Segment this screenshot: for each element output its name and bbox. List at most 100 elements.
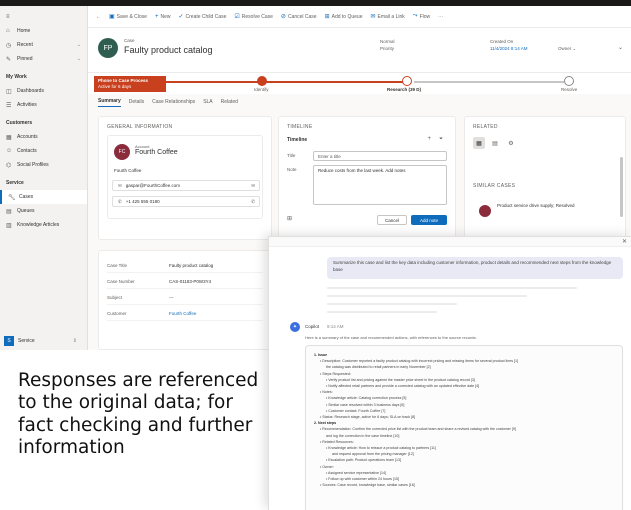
similar-cases-title: SIMILAR CASES [473,183,516,189]
mail-icon: ✉ [118,182,122,188]
related-cases-tab[interactable]: ▦ [473,137,485,149]
process-status-box[interactable]: Phone to Case Process Active for 6 days [94,76,166,92]
property-case-number[interactable]: Case Number CAS-01183-P0W3Y4 [107,275,263,289]
expand-header-icon[interactable]: ⌄ [618,44,623,51]
cancel-note-button[interactable]: Cancel [377,215,407,225]
sidebar-item-activities[interactable]: ☰ Activities [0,98,87,112]
tab-details[interactable]: Details [129,99,144,105]
record-avatar: FP [98,38,118,58]
record-priority: Normal Priority [380,38,395,52]
area-badge: S [4,336,14,346]
copilot-panel: ✕ Summarize this case and list the key d… [268,236,631,510]
command-label: Create Child Case [185,13,227,20]
slide-caption: Responses are referenced to the original… [18,370,259,459]
command-add-to-queue[interactable]: ⊞ Add to Queue [325,13,363,21]
command-label: New [160,13,171,20]
customer-phone-field[interactable]: ✆ +1 425 555 0180 ✆ [112,196,260,207]
stage-connector [166,81,404,83]
command-label: Flow [419,13,431,20]
property-value[interactable]: Fourth Coffee [169,311,196,316]
sidebar-item-contacts[interactable]: ☺ Contacts [0,144,87,158]
sidebar-item-cases[interactable]: 🔧︎ Cases [0,190,87,204]
attach-icon[interactable]: ⊞ [287,215,292,222]
customer-company: Fourth Coffee [114,168,142,173]
pin-icon: ✎ [6,56,12,63]
timeline-card: TIMELINE Timeline + ⏷ Title Enter a titl… [278,116,456,240]
related-settings-tab[interactable]: ⚙ [505,137,517,149]
user-prompt-bubble: Summarize this case and list the key dat… [327,257,623,279]
stage-identify-marker[interactable] [257,76,267,86]
close-icon[interactable]: ✕ [622,238,627,245]
back-arrow-icon[interactable]: ← [96,14,101,20]
more-commands-icon[interactable]: ⋯ [438,14,443,20]
sidebar-item-accounts[interactable]: ▦ Accounts [0,130,87,144]
sidebar-item-label: Queues [17,208,35,214]
customer-name[interactable]: Fourth Coffee [135,149,178,156]
command-email-link[interactable]: ✉ Email a Link [370,13,404,21]
dashboard-icon: ◫ [6,88,12,95]
record-title: Faulty product catalog [124,45,213,55]
related-knowledge-tab[interactable]: ▤ [489,137,501,149]
stage-research-marker[interactable] [402,76,412,86]
record-owner[interactable]: Owner ⌄ [558,45,576,52]
customer-contact-card: FC Account Fourth Coffee Fourth Coffee ✉… [107,135,263,219]
customer-email-field[interactable]: ✉ gaspar@FourthCoffee.com ✉ [112,180,260,191]
tab-case-relationships[interactable]: Case Relationships [152,99,195,105]
similar-case-item[interactable]: Product service drive supply; Resolved [497,203,607,210]
answer-line: • Sources: Case record, knowledge base, … [320,483,415,488]
command-new[interactable]: + New [155,14,171,20]
chevron-down-icon: ⌄ [76,56,81,62]
copilot-avatar: ✦ [290,322,300,332]
area-switcher[interactable]: S Service ⇕ [4,336,77,346]
command-flow[interactable]: ⤳ Flow [413,13,430,20]
add-note-button[interactable]: Add note [411,215,447,225]
account-icon: ▦ [6,134,12,141]
command-create-child-case[interactable]: ✓ Create Child Case [178,13,227,21]
command-label: Save & Close [116,13,147,20]
stage-identify-label: Identify [254,87,269,92]
sidebar-item-label: Dashboards [17,88,44,94]
tab-summary[interactable]: Summary [98,98,121,107]
phone-value: +1 425 555 0180 [125,199,160,204]
related-scrollbar[interactable] [620,157,623,217]
sidebar-item-social-profiles[interactable]: ⌬ Social Profiles [0,158,87,172]
sidebar-item-queues[interactable]: ▤ Queues [0,204,87,218]
case-properties-card: Case Title Faulty product catalog Case Nu… [98,250,272,350]
copilot-answer-card: 1. Issue • Description: Customer reported… [305,345,623,510]
call-icon: ✆ [251,198,255,204]
property-label: Subject [107,295,123,300]
property-subject[interactable]: Subject --- [107,291,263,305]
sidebar-item-label: Contacts [17,148,37,154]
command-label: Cancel Case [287,13,317,20]
command-save-close[interactable]: ▣ Save & Close [109,13,147,21]
section-title: TIMELINE [287,124,313,130]
note-title-input[interactable]: Enter a title [313,151,447,161]
sidebar-item-label: Pinned [17,56,33,62]
sidebar-menu-toggle[interactable]: ≡ [0,10,87,24]
note-body-input[interactable]: Reduce costs from the last week. Add not… [313,165,447,205]
tab-related[interactable]: Related [221,99,238,105]
timeline-header: Timeline [287,137,308,143]
sidebar-item-recent[interactable]: ◷ Recent ⌄ [0,38,87,52]
filter-icon[interactable]: ⏷ [439,136,443,142]
property-customer[interactable]: Customer Fourth Coffee [107,307,263,321]
tab-sla[interactable]: SLA [203,99,212,105]
case-icon: 🔧︎ [8,194,16,201]
record-entity-type: Case [124,38,135,43]
section-title: RELATED [473,124,498,130]
created-label: Created On [490,39,514,44]
stage-resolve-marker[interactable] [564,76,574,86]
command-cancel-case[interactable]: ⊘ Cancel Case [281,13,317,21]
sidebar-item-home[interactable]: ⌂ Home [0,24,87,38]
check-icon: ✓ [178,14,184,20]
record-header: FP Case Faulty product catalog Normal Pr… [88,28,631,72]
property-label: Customer [107,311,127,316]
note-body-label: Note [287,167,297,172]
sidebar-item-dashboards[interactable]: ◫ Dashboards [0,84,87,98]
property-case-title[interactable]: Case Title Faulty product catalog [107,259,263,273]
command-resolve-case[interactable]: ☑ Resolve Case [234,13,273,21]
sidebar-item-knowledge-articles[interactable]: ▥ Knowledge Articles [0,218,87,232]
created-value: 11/4/2024 8:14 AM [490,46,528,51]
sidebar-item-pinned[interactable]: ✎ Pinned ⌄ [0,52,87,66]
add-icon[interactable]: + [427,136,431,142]
